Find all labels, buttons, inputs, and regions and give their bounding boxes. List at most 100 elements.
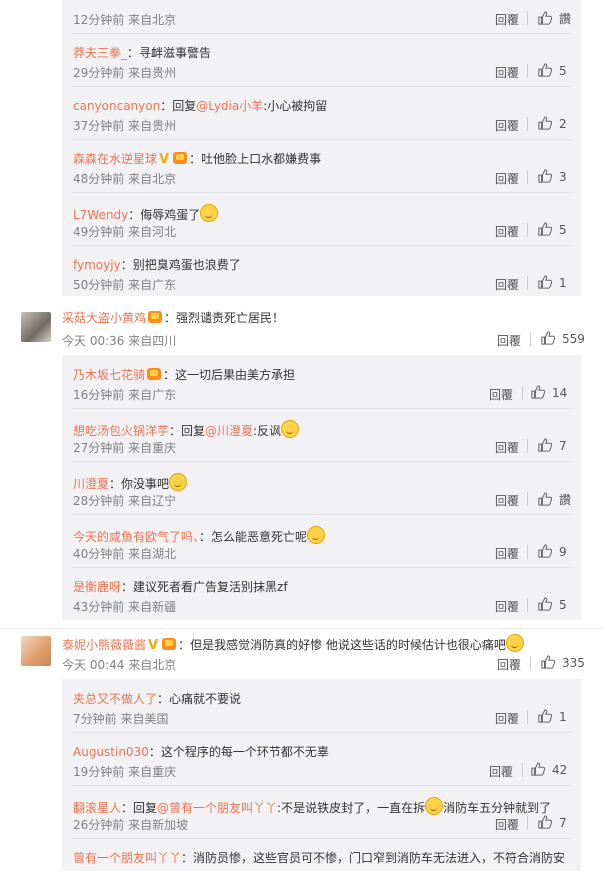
reply-time: 50分钟前 [73,278,125,292]
reply-author[interactable]: 曾有一个朋友叫丫丫 [73,851,181,865]
avatar[interactable] [21,312,51,342]
thumbs-up-icon [538,222,552,236]
reply-source: 来自广东 [128,388,177,402]
reply-author[interactable]: 川澄夏 [73,477,109,491]
verified-v-icon: V [159,152,170,167]
smile-emoji [169,473,188,491]
reply-button[interactable]: 回覆 [495,439,519,456]
comment-text: ：强烈谴责死亡居民！ [164,311,285,325]
like-button[interactable]: 3 [538,169,567,184]
comment-author[interactable]: 采菇大盗小黄鸡 [62,311,146,325]
reply-button[interactable]: 回覆 [495,598,519,615]
mention-link[interactable]: @曾有一个朋友叫丫丫 [157,801,277,815]
reply-author[interactable]: 今天的咸鱼有欧气了吗、 [73,530,199,544]
reply-author[interactable]: 想吃汤包火锅洋芋 [73,424,169,438]
divider [527,11,528,25]
smile-emoji [425,797,444,815]
reply-time: 48分钟前 [73,172,125,186]
like-button[interactable]: 14 [531,385,567,400]
comment-time: 今天 00:36 [62,334,125,348]
reply-button[interactable]: 回覆 [495,170,519,187]
reply-button[interactable]: 回覆 [495,710,519,727]
comment-source: 来自四川 [128,334,177,348]
reply-item: fymoyjy：别把臭鸡蛋也浪费了 50分钟前 来自广东 回覆 1 [62,245,581,298]
reply-author[interactable]: 是衡鹿呀 [73,580,121,594]
like-button[interactable]: 讚 [538,10,571,27]
reply-button[interactable]: 回覆 [495,545,519,562]
reply-button[interactable]: 回覆 [489,386,513,403]
like-button[interactable]: 讚 [538,491,571,508]
like-button[interactable]: 1 [538,709,567,724]
reply-button[interactable]: 回覆 [495,492,519,509]
reply-button[interactable]: 回覆 [495,117,519,134]
like-count: 7 [559,439,567,453]
reply-source: 来自贵州 [128,66,177,80]
reply-author[interactable]: 森森在水逆星球 [73,152,157,166]
reply-time: 28分钟前 [73,494,125,508]
reply-button[interactable]: 回覆 [495,11,519,28]
comment: 泰妮小熊薇薇酱 V ：但是我感觉消防真的好惨 他说这些话的时候估计也很心痛吧 今天 … [0,629,604,672]
divider [527,598,528,612]
reply-time: 27分钟前 [73,441,125,455]
reply-button[interactable]: 回覆 [497,656,521,673]
thumbs-up-icon [538,438,552,452]
reply-text: :小心被拘留 [263,99,328,113]
avatar[interactable] [21,636,51,666]
reply-author[interactable]: fymoyjy [73,258,121,272]
reply-source: 来自美国 [120,712,169,726]
like-button[interactable]: 5 [538,222,567,237]
divider [527,223,528,237]
reply-author[interactable]: canyoncanyon [73,99,160,113]
reply-author[interactable]: 乃木坂七花骑 [73,368,145,382]
reply-time: 19分钟前 [73,765,125,779]
reply-time: 12分钟前 [73,13,125,27]
reply-prefix: ：回复 [160,99,197,113]
reply-button[interactable]: 回覆 [495,816,519,833]
reply-author[interactable]: 莽夫三拳_ [73,46,127,60]
reply-source: 来自北京 [128,172,177,186]
vip-crown-icon [147,368,162,380]
like-button[interactable]: 335 [541,655,585,670]
reply-source: 来自辽宁 [128,494,177,508]
divider [522,763,523,777]
reply-author[interactable]: L7Wendy [73,208,128,222]
divider [527,492,528,506]
comment-author[interactable]: 泰妮小熊薇薇酱 [62,638,146,652]
like-count: 14 [552,386,568,400]
like-button[interactable]: 2 [538,116,567,131]
like-button[interactable]: 7 [538,438,567,453]
reply-text: ：怎么能恶意死亡呢 [199,530,308,544]
reply-author[interactable]: Augustin030 [73,745,149,759]
reply-list: 乃木坂七花骑 ：这一切后果由美方承担 16分钟前 来自广东 回覆 14 想吃汤包火锅洋芋：… [62,355,581,620]
thumbs-up-icon [538,116,552,130]
reply-author[interactable]: 翻滚星人 [73,801,121,815]
like-count: 3 [559,170,567,184]
like-count: 9 [559,545,567,559]
reply-text: ：你没事吧 [109,477,170,491]
like-button[interactable]: 42 [531,762,567,777]
like-count: 讚 [559,493,572,507]
like-button[interactable]: 1 [538,275,567,290]
like-count: 5 [559,64,567,78]
reply-button[interactable]: 回覆 [497,332,521,349]
reply-button[interactable]: 回覆 [495,64,519,81]
reply-source: 来自北京 [128,13,177,27]
like-count: 5 [559,223,567,237]
like-button[interactable]: 559 [541,331,585,346]
reply-button[interactable]: 回覆 [495,223,519,240]
reply-item: 川澄夏：你没事吧 28分钟前 来自辽宁 回覆 讚 [62,461,581,514]
reply-source: 来自新加坡 [128,818,189,832]
reply-button[interactable]: 回覆 [489,763,513,780]
like-button[interactable]: 5 [538,63,567,78]
mention-link[interactable]: @Lydia小羊 [196,99,263,113]
mention-link[interactable]: @川澄夏 [205,424,253,438]
divider [522,386,523,400]
divider [527,64,528,78]
reply-button[interactable]: 回覆 [495,276,519,293]
reply-item: 12分钟前 来自北京 回覆 讚 [62,0,581,33]
like-button[interactable]: 5 [538,597,567,612]
reply-author[interactable]: 夹总又不做人了 [73,692,157,706]
like-button[interactable]: 9 [538,544,567,559]
like-button[interactable]: 7 [538,815,567,830]
reply-text: ：寻衅滋事警告 [127,46,212,60]
